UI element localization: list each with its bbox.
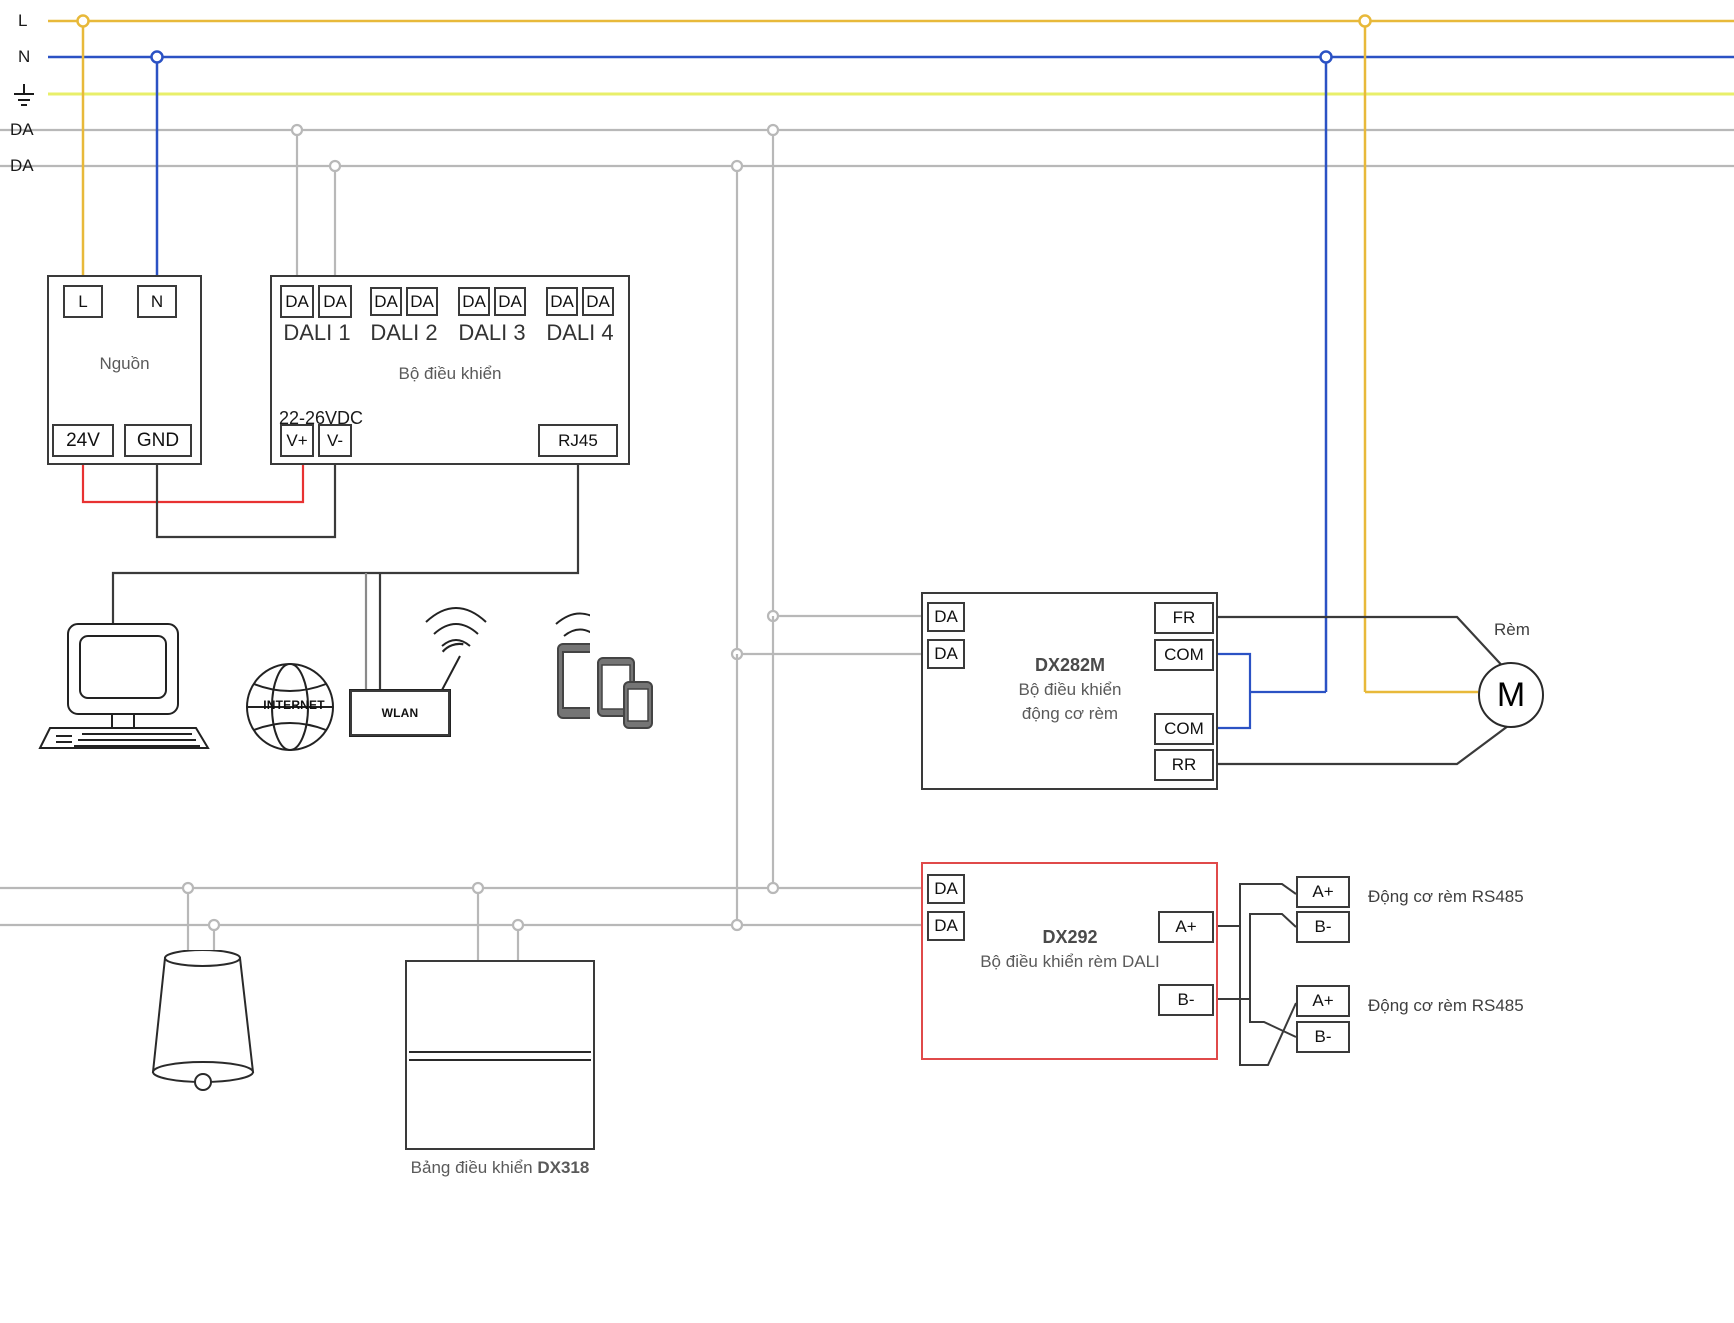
- wire-aplus-to-motor1: [1218, 883, 1297, 927]
- controller-dali4-terminal-a[interactable]: DA: [546, 287, 578, 316]
- junction-panel-b: [511, 918, 525, 932]
- junction-lamp-a: [181, 881, 195, 895]
- bus-label-live: L: [18, 11, 28, 30]
- wire-aplus-to-motor2: [1239, 884, 1297, 1066]
- earth-symbol: [14, 84, 34, 106]
- controller-dali1-terminal-a[interactable]: DA: [280, 285, 314, 318]
- junction-live-psu: [76, 14, 90, 28]
- psu-terminal-24v[interactable]: 24V: [52, 424, 114, 457]
- dx282m-output-fr[interactable]: FR: [1154, 602, 1214, 634]
- dx292-output-aplus[interactable]: A+: [1158, 911, 1214, 943]
- luminaire-icon: [151, 950, 255, 1091]
- wire-dali-to-dx282m-b: [735, 166, 921, 656]
- junction-dali-dx282m-b: [730, 159, 744, 173]
- dx292-model: DX292: [1042, 927, 1098, 947]
- wlan-signal-icon: [425, 607, 487, 647]
- controller-dali2-label: DALI 2: [370, 320, 438, 345]
- controller-terminal-vplus[interactable]: V+: [280, 424, 314, 457]
- controller-dali3-terminal-a[interactable]: DA: [458, 287, 490, 316]
- dx282m-caption-line1: Bộ điều khiển: [1018, 680, 1122, 699]
- dx282m-caption-line2: động cơ rèm: [1021, 704, 1119, 723]
- psu-terminal-n[interactable]: N: [137, 285, 177, 318]
- junction-dali1-a: [290, 123, 304, 137]
- controller-dali3-terminal-b[interactable]: DA: [494, 287, 526, 316]
- dx282m-input-da-1[interactable]: DA: [927, 602, 965, 632]
- junction-lower-b: [730, 918, 744, 932]
- curtain-motor-label: Rèm: [1494, 620, 1530, 639]
- controller-dali4-terminal-b[interactable]: DA: [582, 287, 614, 316]
- wiring-diagram-canvas: L N DA DA L N Nguồn 24V GND DA DA DALI 1…: [0, 0, 1734, 1323]
- rs485-motor2-terminal-bminus[interactable]: B-: [1296, 1021, 1350, 1053]
- controller-dali4-label: DALI 4: [546, 320, 614, 345]
- dx282m-output-com-1[interactable]: COM: [1154, 639, 1214, 671]
- wire-fr-to-motor: [1218, 615, 1509, 673]
- controller-dali2-terminal-a[interactable]: DA: [370, 287, 402, 316]
- dx292-caption: Bộ điều khiển rèm DALI: [980, 952, 1160, 971]
- psu-terminal-l[interactable]: L: [63, 285, 103, 318]
- wlan-label: WLAN: [381, 706, 419, 720]
- dx282m-model: DX282M: [1034, 655, 1106, 675]
- internet-label: INTERNET: [263, 698, 325, 712]
- power-supply-caption: Nguồn: [99, 354, 150, 373]
- controller-dali1-label: DALI 1: [283, 320, 351, 345]
- dx282m-output-com-2[interactable]: COM: [1154, 713, 1214, 745]
- control-panel-model: DX318: [537, 1158, 590, 1177]
- wire-com-bridge: [1218, 652, 1252, 730]
- psu-terminal-gnd[interactable]: GND: [124, 424, 192, 457]
- junction-neutral-com: [1319, 50, 1333, 64]
- wire-gnd-to-vminus: [155, 464, 337, 539]
- rs485-motor2-terminal-aplus[interactable]: A+: [1296, 985, 1350, 1017]
- controller-terminal-rj45[interactable]: RJ45: [538, 424, 618, 457]
- bus-label-dali-1: DA: [10, 120, 34, 139]
- controller-terminal-vminus[interactable]: V-: [318, 424, 352, 457]
- junction-lamp-b: [207, 918, 221, 932]
- controller-dali3-label: DALI 3: [458, 320, 526, 345]
- wire-24v-to-vplus: [81, 464, 305, 504]
- curtain-motor-symbol: M: [1478, 662, 1544, 728]
- dx282m-output-rr[interactable]: RR: [1154, 749, 1214, 781]
- controller-caption: Bộ điều khiển: [398, 364, 502, 383]
- junction-dali1-b: [328, 159, 342, 173]
- junction-dali-dx282m-a: [766, 123, 780, 137]
- rs485-motor1-label: Động cơ rèm RS485: [1368, 887, 1524, 906]
- junction-panel-a: [471, 881, 485, 895]
- phone-icon-layer: [597, 657, 653, 729]
- rs485-motor2-label: Động cơ rèm RS485: [1368, 996, 1524, 1015]
- junction-lower-a: [766, 881, 780, 895]
- mobile-signal-icon: [555, 612, 590, 637]
- bus-label-neutral: N: [18, 47, 31, 66]
- rs485-motor1-terminal-aplus[interactable]: A+: [1296, 876, 1350, 908]
- dx292-output-bminus[interactable]: B-: [1158, 984, 1214, 1016]
- control-panel-detail: [409, 1051, 591, 1061]
- dx292-input-da-1[interactable]: DA: [927, 874, 965, 904]
- junction-live-motor: [1358, 14, 1372, 28]
- controller-dali2-terminal-b[interactable]: DA: [406, 287, 438, 316]
- control-panel-caption: Bảng điều khiển DX318: [350, 1158, 650, 1178]
- control-panel-caption-prefix: Bảng điều khiển: [410, 1158, 538, 1177]
- rs485-motor1-terminal-bminus[interactable]: B-: [1296, 911, 1350, 943]
- wire-dali-to-dx282m-a: [771, 130, 921, 618]
- bus-label-dali-2: DA: [10, 156, 34, 175]
- controller-dali1-terminal-b[interactable]: DA: [318, 285, 352, 318]
- wire-rr-to-motor: [1218, 725, 1509, 766]
- junction-neutral-psu: [150, 50, 164, 64]
- computer-icon: [38, 623, 210, 749]
